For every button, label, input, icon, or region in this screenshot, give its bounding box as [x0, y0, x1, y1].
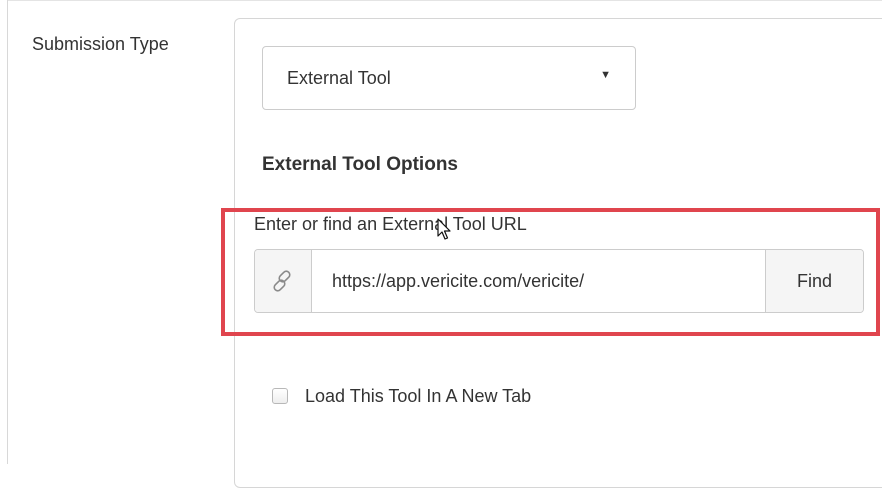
submission-type-label: Submission Type — [32, 34, 169, 54]
external-tool-url-input[interactable] — [312, 250, 765, 312]
chevron-down-icon: ▼ — [600, 69, 611, 81]
new-tab-checkbox[interactable] — [272, 388, 288, 404]
page-top-border — [7, 0, 882, 1]
external-tool-url-group: Find — [254, 249, 864, 313]
submission-type-select[interactable]: External Tool ▼ — [262, 46, 636, 110]
page-left-border — [7, 0, 8, 464]
submission-type-selected-value: External Tool — [287, 68, 391, 88]
new-tab-option: Load This Tool In A New Tab — [272, 383, 531, 409]
external-tool-url-label: Enter or find an External Tool URL — [254, 214, 527, 234]
link-icon — [255, 250, 312, 312]
new-tab-checkbox-label[interactable]: Load This Tool In A New Tab — [305, 386, 531, 407]
external-tool-options-heading: External Tool Options — [262, 154, 458, 175]
find-button[interactable]: Find — [765, 250, 863, 312]
